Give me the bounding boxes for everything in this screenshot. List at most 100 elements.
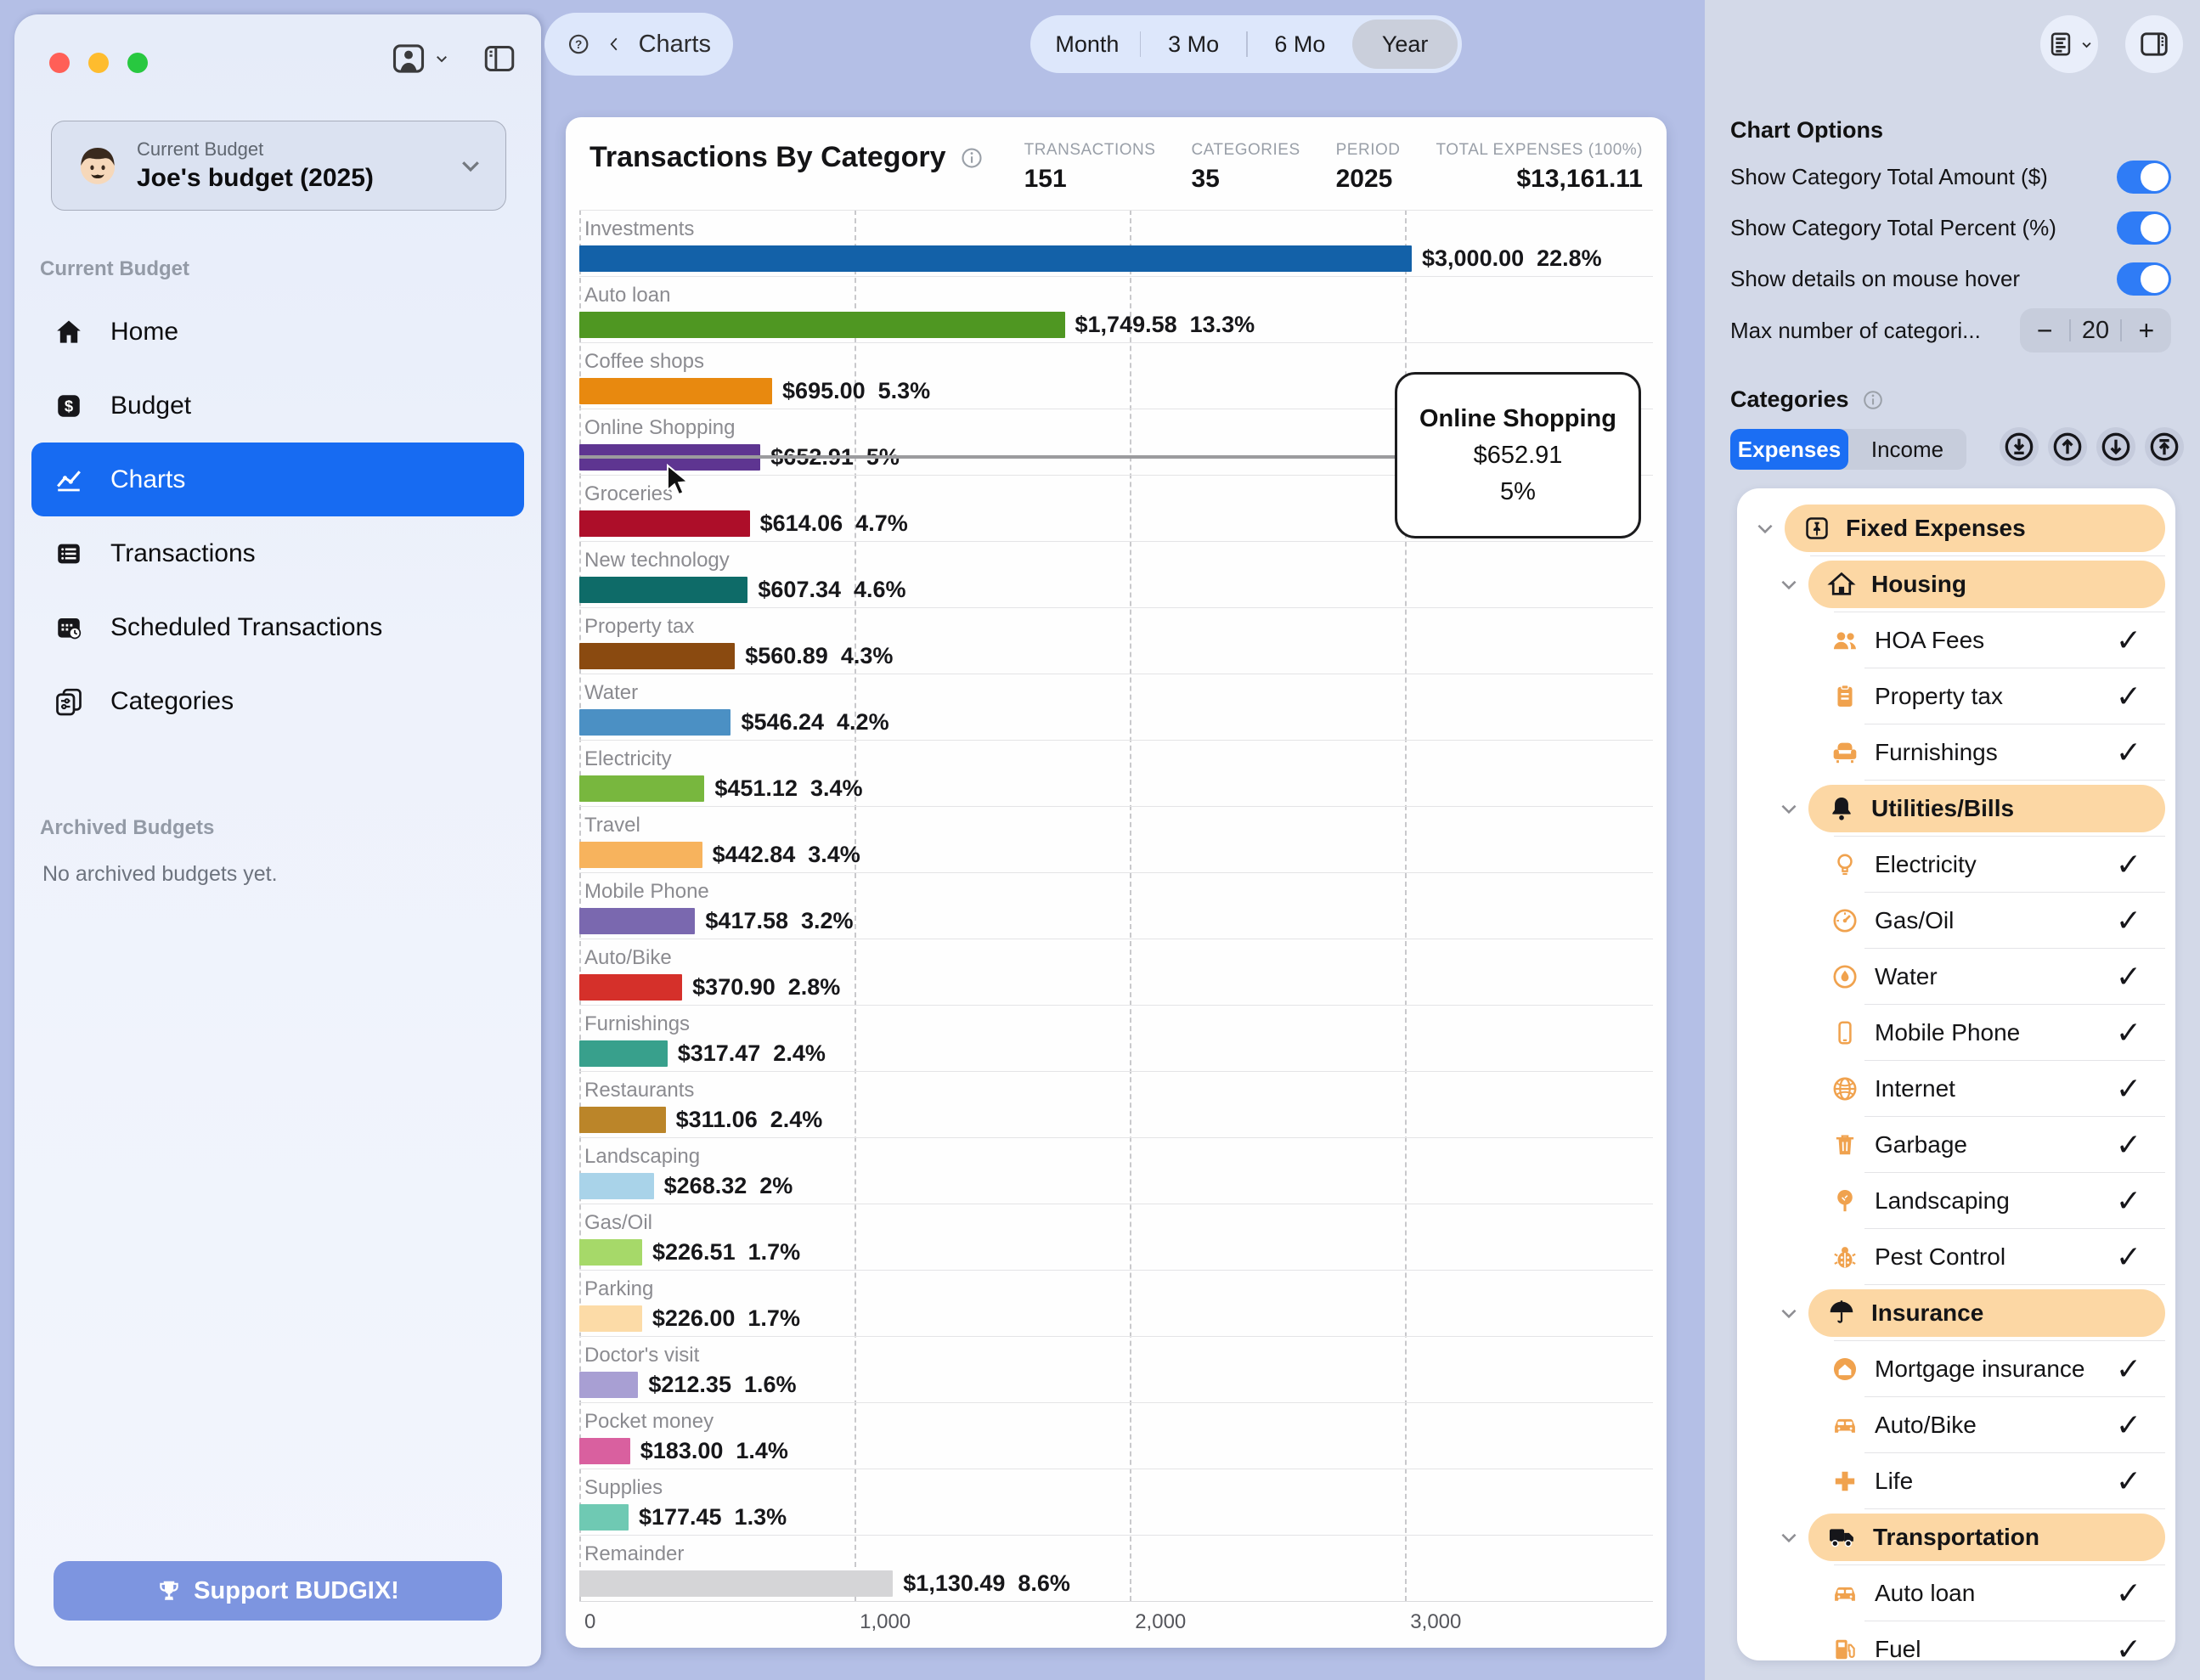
sidebar-item-home[interactable]: Home: [31, 295, 524, 369]
bar[interactable]: [579, 775, 704, 802]
chart-row-doctor-s-visit[interactable]: Doctor's visit $212.35 1.6%: [579, 1336, 1653, 1402]
tab-income[interactable]: Income: [1848, 429, 1966, 470]
category-row-mobile-phone[interactable]: Mobile Phone ✓: [1737, 1005, 2175, 1061]
chart-row-supplies[interactable]: Supplies $177.45 1.3%: [579, 1469, 1653, 1535]
category-row-insurance[interactable]: Insurance: [1737, 1285, 2175, 1341]
checkmark-icon[interactable]: ✓: [2116, 735, 2141, 770]
chart-row-auto-bike[interactable]: Auto/Bike $370.90 2.8%: [579, 939, 1653, 1005]
toggle-sidebar-button[interactable]: [482, 41, 517, 76]
toggle-right-panel-button[interactable]: [2125, 15, 2183, 73]
group-pill[interactable]: Fixed Expenses: [1785, 505, 2165, 552]
toggle-switch[interactable]: [2117, 211, 2171, 245]
chart-row-water[interactable]: Water $546.24 4.2%: [579, 674, 1653, 740]
bar[interactable]: [579, 842, 702, 868]
info-icon[interactable]: [959, 145, 984, 171]
bar[interactable]: [579, 510, 750, 537]
info-icon[interactable]: [1861, 388, 1885, 412]
chart-row-auto-loan[interactable]: Auto loan $1,749.58 13.3%: [579, 276, 1653, 342]
checkmark-icon[interactable]: ✓: [2116, 1239, 2141, 1275]
support-budgix-button[interactable]: Support BUDGIX!: [54, 1561, 502, 1621]
chevron-down-icon[interactable]: [1778, 798, 1800, 820]
category-row-water[interactable]: Water ✓: [1737, 949, 2175, 1005]
group-pill[interactable]: Insurance: [1808, 1289, 2165, 1337]
minimize-window-icon[interactable]: [88, 53, 109, 73]
category-row-housing[interactable]: Housing: [1737, 556, 2175, 612]
bar[interactable]: [579, 577, 747, 603]
checkmark-icon[interactable]: ✓: [2116, 1183, 2141, 1219]
chart-row-gas-oil[interactable]: Gas/Oil $226.51 1.7%: [579, 1204, 1653, 1270]
category-row-mortgage-insurance[interactable]: Mortgage insurance ✓: [1737, 1341, 2175, 1397]
bar[interactable]: [579, 1305, 642, 1332]
category-row-internet[interactable]: Internet ✓: [1737, 1061, 2175, 1117]
category-row-transportation[interactable]: Transportation: [1737, 1509, 2175, 1565]
checkmark-icon[interactable]: ✓: [2116, 1632, 2141, 1660]
checkmark-icon[interactable]: ✓: [2116, 1576, 2141, 1611]
chevron-down-icon[interactable]: [1778, 1302, 1800, 1324]
close-window-icon[interactable]: [49, 53, 70, 73]
bar[interactable]: [579, 1504, 629, 1531]
category-row-property-tax[interactable]: Property tax ✓: [1737, 668, 2175, 724]
category-row-furnishings[interactable]: Furnishings ✓: [1737, 724, 2175, 781]
checkmark-icon[interactable]: ✓: [2116, 1015, 2141, 1051]
toggle-switch[interactable]: [2117, 262, 2171, 296]
bar[interactable]: [579, 908, 695, 934]
sidebar-item-scheduled-transactions[interactable]: Scheduled Transactions: [31, 590, 524, 664]
bar[interactable]: [579, 1372, 638, 1398]
checkmark-icon[interactable]: ✓: [2116, 1351, 2141, 1387]
bar[interactable]: [579, 1570, 893, 1597]
back-button[interactable]: ? Charts: [544, 13, 733, 76]
checkmark-icon[interactable]: ✓: [2116, 959, 2141, 995]
chevron-down-icon[interactable]: [1754, 517, 1776, 539]
category-row-gas-oil[interactable]: Gas/Oil ✓: [1737, 893, 2175, 949]
stepper-plus-button[interactable]: +: [2122, 310, 2171, 351]
chart-row-mobile-phone[interactable]: Mobile Phone $417.58 3.2%: [579, 872, 1653, 939]
group-pill[interactable]: Utilities/Bills: [1808, 785, 2165, 832]
category-row-auto-bike[interactable]: Auto/Bike ✓: [1737, 1397, 2175, 1453]
bar[interactable]: [579, 1107, 666, 1133]
bar[interactable]: [579, 1173, 654, 1199]
budget-selector[interactable]: Current Budget Joe's budget (2025): [51, 121, 506, 211]
sidebar-item-budget[interactable]: $Budget: [31, 369, 524, 443]
group-pill[interactable]: Transportation: [1808, 1514, 2165, 1561]
bar[interactable]: [579, 1239, 642, 1266]
checkmark-icon[interactable]: ✓: [2116, 903, 2141, 939]
checkmark-icon[interactable]: ✓: [2116, 623, 2141, 658]
chart-row-landscaping[interactable]: Landscaping $268.32 2%: [579, 1137, 1653, 1204]
checkmark-icon[interactable]: ✓: [2116, 1127, 2141, 1163]
chart-row-new-technology[interactable]: New technology $607.34 4.6%: [579, 541, 1653, 607]
chevron-down-icon[interactable]: [1778, 573, 1800, 595]
bar[interactable]: [579, 1438, 630, 1464]
checkmark-icon[interactable]: ✓: [2116, 679, 2141, 714]
checkmark-icon[interactable]: ✓: [2116, 1407, 2141, 1443]
period-tab-3-mo[interactable]: 3 Mo: [1141, 20, 1246, 69]
arrow-up-to-line-button[interactable]: [2145, 427, 2184, 466]
help-icon[interactable]: ?: [567, 26, 590, 62]
chart-row-electricity[interactable]: Electricity $451.12 3.4%: [579, 740, 1653, 806]
tab-expenses[interactable]: Expenses: [1730, 429, 1848, 470]
chevron-down-icon[interactable]: [1778, 1526, 1800, 1548]
arrow-down-circle-button[interactable]: [2096, 427, 2135, 466]
group-pill[interactable]: Housing: [1808, 561, 2165, 608]
chart-row-travel[interactable]: Travel $442.84 3.4%: [579, 806, 1653, 872]
category-row-electricity[interactable]: Electricity ✓: [1737, 837, 2175, 893]
bar[interactable]: [579, 709, 731, 736]
category-row-utilities-bills[interactable]: Utilities/Bills: [1737, 781, 2175, 837]
category-row-auto-loan[interactable]: Auto loan ✓: [1737, 1565, 2175, 1621]
chart-row-remainder[interactable]: Remainder $1,130.49 8.6%: [579, 1535, 1653, 1601]
account-button[interactable]: [390, 40, 449, 77]
arrow-down-to-line-button[interactable]: [2000, 427, 2039, 466]
period-tab-6-mo[interactable]: 6 Mo: [1248, 20, 1353, 69]
chart-row-restaurants[interactable]: Restaurants $311.06 2.4%: [579, 1071, 1653, 1137]
period-tab-month[interactable]: Month: [1035, 20, 1140, 69]
category-row-fixed-expenses[interactable]: Fixed Expenses: [1737, 500, 2175, 556]
period-tab-year[interactable]: Year: [1352, 20, 1458, 69]
chart-type-button[interactable]: [2040, 15, 2098, 73]
chart-row-parking[interactable]: Parking $226.00 1.7%: [579, 1270, 1653, 1336]
sidebar-item-charts[interactable]: Charts: [31, 443, 524, 516]
zoom-window-icon[interactable]: [127, 53, 148, 73]
bar[interactable]: [579, 312, 1065, 338]
checkmark-icon[interactable]: ✓: [2116, 1071, 2141, 1107]
category-row-garbage[interactable]: Garbage ✓: [1737, 1117, 2175, 1173]
category-row-hoa-fees[interactable]: HOA Fees ✓: [1737, 612, 2175, 668]
bar[interactable]: [579, 245, 1412, 272]
